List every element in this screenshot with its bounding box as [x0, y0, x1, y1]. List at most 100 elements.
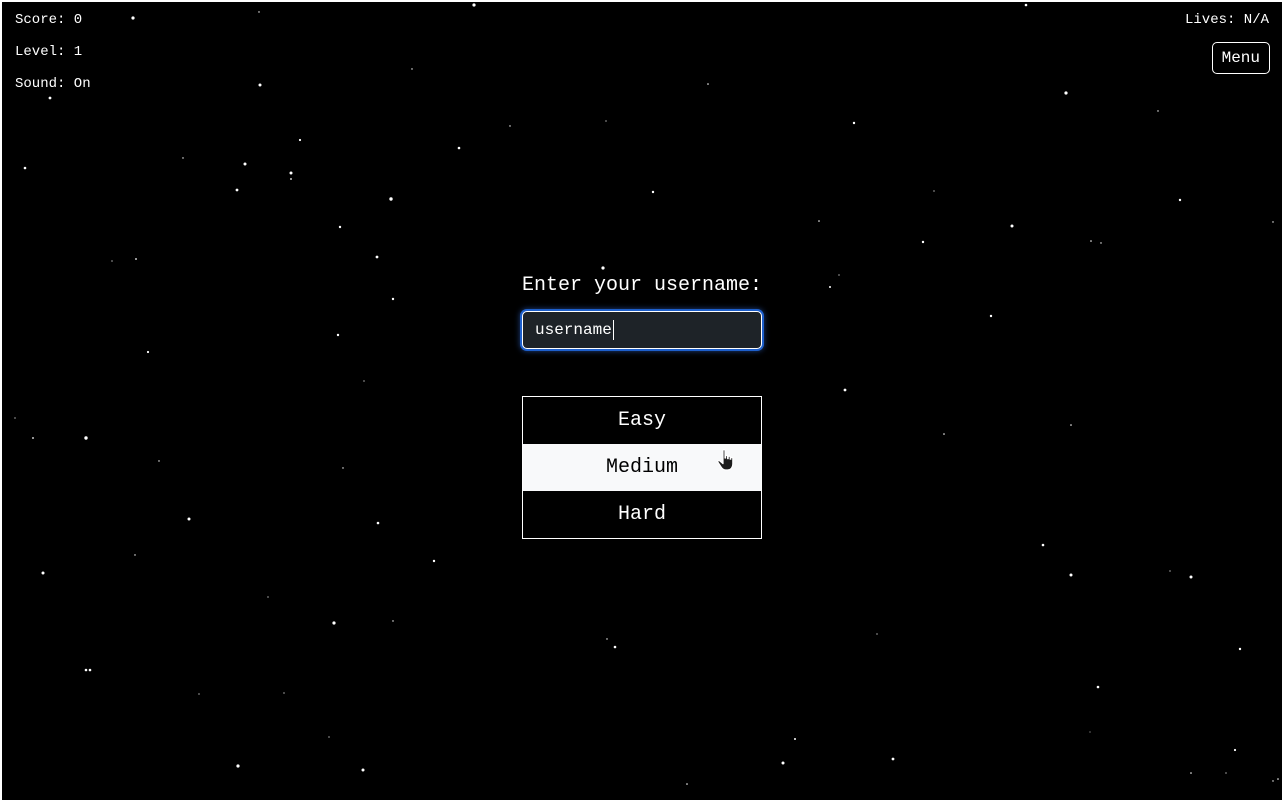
star [1272, 780, 1274, 782]
score-display: Score: 0 [15, 12, 83, 28]
username-input[interactable]: username [522, 311, 762, 349]
star [1190, 772, 1192, 774]
star [338, 225, 342, 229]
star [361, 768, 365, 772]
game-screen: Score: 0 Level: 1 Sound: On Lives: N/A M… [2, 2, 1282, 800]
username-input-value: username [535, 321, 612, 339]
star [243, 162, 247, 166]
sound-display: Sound: On [15, 76, 91, 92]
star [1069, 573, 1073, 577]
difficulty-option-medium[interactable]: Medium [523, 444, 761, 491]
star [509, 125, 511, 127]
star [182, 157, 184, 159]
difficulty-option-hard[interactable]: Hard [523, 491, 761, 538]
star [23, 166, 27, 170]
star [198, 693, 200, 695]
star [457, 146, 461, 150]
star [134, 554, 136, 556]
star [794, 738, 796, 740]
star [342, 467, 344, 469]
star [146, 350, 150, 354]
level-display: Level: 1 [15, 44, 83, 60]
star [891, 757, 895, 761]
star [843, 388, 847, 392]
star [838, 274, 840, 276]
star [88, 668, 92, 672]
star [829, 286, 831, 288]
star [235, 188, 239, 192]
difficulty-option-easy[interactable]: Easy [523, 397, 761, 444]
star [1010, 224, 1014, 228]
star [32, 437, 34, 439]
star [921, 240, 925, 244]
star [606, 638, 608, 640]
star [1157, 110, 1159, 112]
star [818, 220, 820, 222]
star [375, 255, 379, 259]
star [1070, 424, 1072, 426]
star [943, 433, 945, 435]
star [283, 692, 285, 694]
star [48, 96, 52, 100]
star [1169, 570, 1171, 572]
star [258, 11, 260, 13]
login-panel: Enter your username: username [522, 274, 762, 349]
star [1233, 748, 1237, 752]
star [613, 645, 617, 649]
star [187, 517, 191, 521]
star [933, 190, 935, 192]
star [391, 297, 395, 301]
star [332, 621, 336, 625]
star [852, 121, 856, 125]
star [1089, 731, 1091, 733]
text-caret [612, 320, 614, 340]
star [290, 178, 292, 180]
star [651, 190, 655, 194]
star [1064, 91, 1068, 95]
menu-button[interactable]: Menu [1211, 42, 1270, 74]
star [1090, 240, 1092, 242]
star [236, 764, 240, 768]
star [1178, 198, 1182, 202]
star [605, 120, 607, 122]
star [1096, 685, 1100, 689]
star [781, 761, 785, 765]
star [432, 559, 436, 563]
star [289, 171, 293, 175]
star [1100, 242, 1102, 244]
star [131, 16, 135, 20]
star [14, 417, 16, 419]
star [1225, 772, 1227, 774]
star [601, 266, 605, 270]
star [328, 736, 330, 738]
star [135, 258, 137, 260]
star [989, 314, 993, 318]
star [111, 260, 113, 262]
star [376, 521, 380, 525]
star [158, 460, 160, 462]
username-prompt: Enter your username: [522, 274, 763, 297]
lives-display: Lives: N/A [1184, 12, 1269, 28]
star [1189, 575, 1193, 579]
star [1277, 778, 1279, 780]
star [1041, 543, 1045, 547]
star [363, 380, 365, 382]
star [84, 436, 88, 440]
star [411, 68, 413, 70]
star [84, 668, 88, 672]
star [267, 596, 269, 598]
star [472, 3, 476, 7]
star [1024, 3, 1028, 7]
star [1272, 221, 1274, 223]
star [876, 633, 878, 635]
star [392, 620, 394, 622]
star [258, 83, 262, 87]
star [389, 197, 393, 201]
difficulty-list: Easy Medium Hard [522, 396, 762, 539]
star [298, 138, 302, 142]
star [1238, 647, 1242, 651]
star [41, 571, 45, 575]
star [336, 333, 340, 337]
star [686, 783, 688, 785]
star [707, 83, 709, 85]
